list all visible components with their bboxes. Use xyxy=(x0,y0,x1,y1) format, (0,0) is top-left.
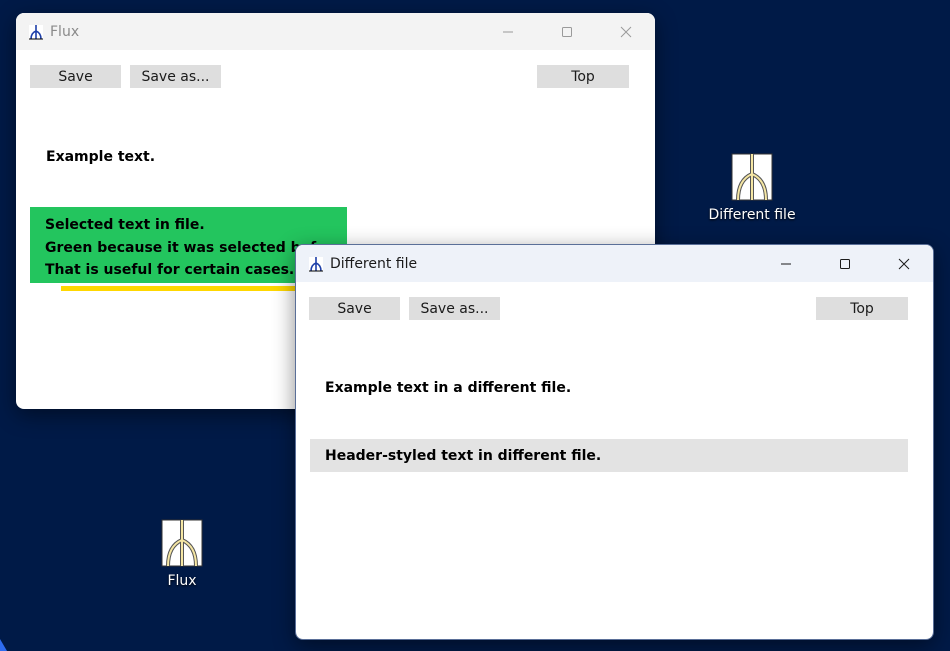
desktop-icon-flux[interactable]: Flux xyxy=(140,518,224,589)
desktop-icon-different-file[interactable]: Different file xyxy=(705,152,799,223)
flux-window-title: Flux xyxy=(50,23,80,40)
selected-line: Selected text in file. xyxy=(45,217,205,233)
flux-maximize-button[interactable] xyxy=(537,13,596,50)
maximize-icon xyxy=(561,26,572,37)
flux-yellow-underline xyxy=(61,286,311,291)
flux-top-button[interactable]: Top xyxy=(537,65,629,88)
close-icon xyxy=(898,258,909,269)
flux-save-as-button[interactable]: Save as... xyxy=(130,65,221,88)
flux-example-text[interactable]: Example text. xyxy=(46,149,155,165)
close-icon xyxy=(620,26,631,37)
minimize-icon xyxy=(502,31,513,32)
different-file-close-button[interactable] xyxy=(874,245,933,282)
flux-close-button[interactable] xyxy=(596,13,655,50)
different-file-title-bar[interactable]: Different file xyxy=(296,245,933,282)
different-file-save-as-button[interactable]: Save as... xyxy=(409,297,500,320)
different-file-example-text[interactable]: Example text in a different file. xyxy=(325,380,571,396)
different-file-window-title: Different file xyxy=(330,255,418,272)
flux-app-icon xyxy=(308,256,324,272)
different-file-save-button[interactable]: Save xyxy=(309,297,400,320)
flux-file-icon xyxy=(731,153,773,201)
different-file-minimize-button[interactable] xyxy=(756,245,815,282)
desktop-icon-label: Flux xyxy=(167,573,197,589)
header-text: Header-styled text in different file. xyxy=(325,447,602,464)
flux-minimize-button[interactable] xyxy=(478,13,537,50)
desktop-icon-label: Different file xyxy=(708,207,796,223)
different-file-header-block[interactable]: Header-styled text in different file. xyxy=(310,439,908,472)
flux-file-icon xyxy=(161,519,203,567)
flux-save-button[interactable]: Save xyxy=(30,65,121,88)
minimize-icon xyxy=(780,263,791,264)
different-file-window[interactable]: Different file Save Save as... Top Examp… xyxy=(295,244,934,640)
taskbar-corner-accent xyxy=(0,639,7,651)
maximize-icon xyxy=(839,258,850,269)
flux-app-icon xyxy=(28,24,44,40)
flux-title-bar[interactable]: Flux xyxy=(16,13,655,50)
different-file-maximize-button[interactable] xyxy=(815,245,874,282)
different-file-top-button[interactable]: Top xyxy=(816,297,908,320)
